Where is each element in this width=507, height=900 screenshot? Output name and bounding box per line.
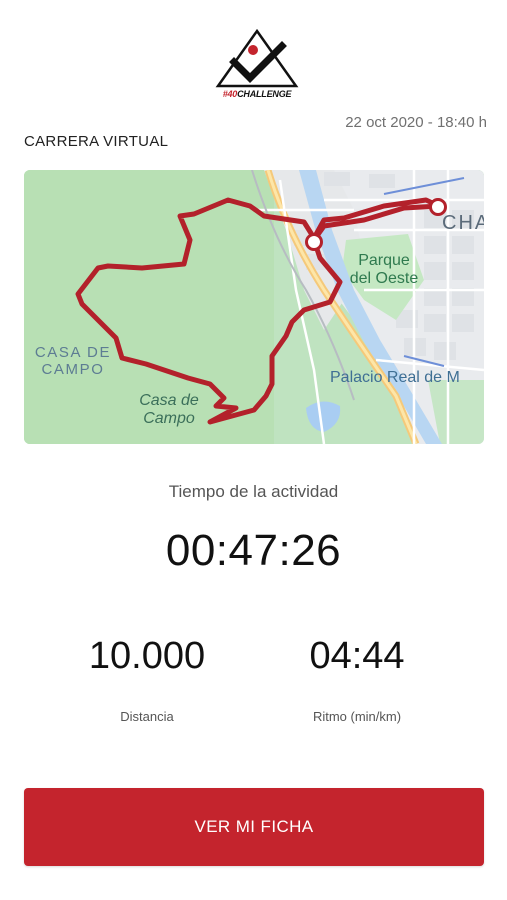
map-label-casa-de-campo-area: CASA DE CAMPO	[34, 344, 112, 378]
pace-value: 04:44	[309, 635, 405, 677]
distance-stat: 10.000 Distancia	[47, 637, 247, 724]
brand-hashtag-prefix: #40	[222, 89, 238, 99]
activity-time-value: 00:47:26	[165, 526, 342, 575]
pace-label: Ritmo (min/km)	[312, 709, 402, 724]
map-label-casa-de-campo-park: Casa de Campo	[139, 392, 199, 427]
logo-triangle-check-icon	[215, 28, 299, 88]
activity-date: 22 oct 2020 - 18:40 h	[345, 114, 487, 131]
brand-hashtag: #40CHALLENGE	[212, 89, 302, 99]
pace-stat: 04:44 Ritmo (min/km)	[257, 637, 457, 724]
route-map[interactable]: CHA Parque del Oeste CASA DE CAMPO Palacio…	[24, 170, 484, 444]
view-profile-button[interactable]: VER MI FICHA	[24, 788, 484, 866]
brand-hashtag-name: CHALLENGE	[237, 89, 292, 99]
distance-value: 10.000	[88, 635, 206, 677]
activity-time-label: Tiempo de la actividad	[168, 482, 339, 501]
map-canvas	[24, 170, 484, 444]
brand-logo: #40CHALLENGE	[212, 28, 302, 104]
map-label-parque-del-oeste: Parque del Oeste	[349, 252, 419, 287]
distance-label: Distancia	[120, 709, 174, 724]
map-label-palacio-real: Palacio Real de M	[330, 369, 460, 386]
map-label-chamberi: CHA	[442, 212, 484, 234]
page-title: CARRERA VIRTUAL	[24, 133, 169, 150]
